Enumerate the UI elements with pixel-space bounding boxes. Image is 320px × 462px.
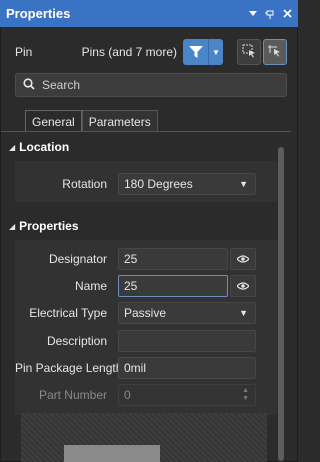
select-objects-button[interactable]	[237, 39, 261, 65]
section-header-location[interactable]: ◢ Location	[1, 136, 277, 158]
filter-dropdown-icon[interactable]: ▼	[209, 48, 223, 57]
eye-icon	[236, 252, 250, 266]
search-input[interactable]: Search	[42, 78, 80, 92]
tab-parameters[interactable]: Parameters	[81, 110, 158, 132]
name-label: Name	[74, 279, 107, 293]
description-label: Description	[46, 334, 107, 348]
spinner-arrows-icon: ▲ ▼	[242, 387, 249, 402]
title-bar-controls	[248, 9, 292, 19]
electrical-type-row: Electrical Type Passive ▼	[15, 302, 277, 324]
name-visibility-button[interactable]	[230, 275, 256, 297]
description-field[interactable]	[118, 330, 256, 352]
section-title-properties: Properties	[19, 219, 79, 233]
eye-icon	[236, 279, 250, 293]
part-number-field: 0 ▲ ▼	[118, 384, 256, 406]
object-kind-label: Pin	[15, 45, 33, 59]
close-icon[interactable]	[282, 9, 292, 18]
part-number-row: Part Number 0 ▲ ▼	[15, 384, 277, 406]
designator-row: Designator 25	[15, 248, 277, 270]
description-row: Description	[15, 330, 277, 352]
collapse-caret-icon: ◢	[9, 142, 16, 152]
section-header-properties[interactable]: ◢ Properties	[1, 215, 277, 237]
search-box[interactable]: Search	[15, 73, 287, 97]
scrollbar-thumb[interactable]	[278, 147, 284, 461]
panel-title: Properties	[6, 6, 71, 21]
properties-panel: Pin Pins (and 7 more) ▼ Search General P…	[0, 27, 298, 462]
pin-preview	[21, 413, 267, 462]
part-number-value: 0	[124, 388, 131, 402]
name-value: 25	[124, 279, 138, 293]
selection-header: Pin Pins (and 7 more) ▼	[15, 39, 287, 65]
name-field[interactable]: 25	[118, 275, 228, 297]
designator-value: 25	[124, 252, 138, 266]
rotation-row: Rotation 180 Degrees ▼	[15, 173, 277, 195]
rotation-value: 180 Degrees	[124, 177, 193, 191]
pin-preview-graphic	[64, 445, 160, 462]
filter-button[interactable]: ▼	[183, 39, 223, 65]
tab-divider	[1, 131, 291, 132]
collapse-caret-icon: ◢	[9, 221, 16, 231]
filter-icon	[183, 39, 209, 65]
tab-strip: General Parameters	[25, 110, 158, 132]
designator-visibility-button[interactable]	[230, 248, 256, 270]
select-under-cursor-icon	[268, 44, 282, 61]
pin-package-length-field[interactable]: 0mil	[118, 357, 256, 379]
chevron-down-icon: ▼	[239, 308, 248, 318]
designator-field[interactable]: 25	[118, 248, 228, 270]
designator-label: Designator	[48, 252, 107, 266]
tab-general[interactable]: General	[25, 110, 82, 132]
chevron-down-icon: ▼	[239, 179, 248, 189]
vertical-scrollbar[interactable]	[277, 145, 285, 462]
name-row: Name 25	[15, 275, 277, 297]
select-under-cursor-button[interactable]	[263, 39, 287, 65]
rotation-select[interactable]: 180 Degrees ▼	[118, 173, 256, 195]
pin-icon[interactable]	[265, 9, 275, 19]
electrical-type-select[interactable]: Passive ▼	[118, 302, 256, 324]
panel-title-bar: Properties	[0, 0, 298, 27]
rotation-label: Rotation	[62, 177, 107, 191]
part-number-label: Part Number	[38, 388, 107, 402]
selection-summary: Pins (and 7 more)	[81, 45, 177, 59]
section-title-location: Location	[19, 140, 70, 154]
search-icon	[23, 77, 35, 93]
dropdown-icon[interactable]	[248, 10, 258, 17]
pin-package-length-row: Pin Package Length 0mil	[15, 357, 277, 379]
pin-package-length-value: 0mil	[124, 361, 147, 375]
electrical-type-value: Passive	[124, 306, 167, 320]
electrical-type-label: Electrical Type	[29, 306, 107, 320]
pin-package-length-label: Pin Package Length	[15, 361, 123, 375]
select-objects-icon	[242, 44, 256, 61]
